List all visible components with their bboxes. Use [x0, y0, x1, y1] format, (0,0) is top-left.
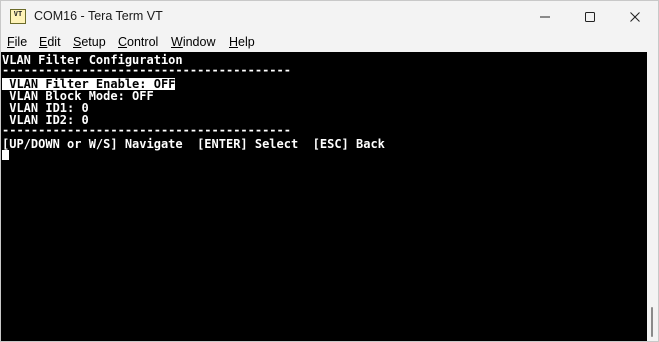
help-line: [UP/DOWN or W/S] Navigate [ENTER] Select… [2, 137, 385, 151]
menu-bar: File Edit Setup Control Window Help [1, 32, 658, 52]
title-bar[interactable]: VT COM16 - Tera Term VT [1, 1, 658, 32]
menu-edit[interactable]: Edit [39, 35, 61, 49]
menu-setup[interactable]: Setup [73, 35, 106, 49]
divider-top: ---------------------------------------- [2, 63, 291, 77]
divider-bottom: ---------------------------------------- [2, 123, 291, 137]
window-title: COM16 - Tera Term VT [34, 9, 163, 23]
vertical-scrollbar[interactable] [647, 52, 658, 341]
terminal-cursor [2, 150, 9, 160]
minimize-button[interactable] [522, 1, 568, 32]
terminal-screen[interactable]: VLAN Filter Configuration --------------… [1, 52, 647, 341]
close-button[interactable] [612, 1, 658, 32]
minimize-icon [540, 16, 550, 17]
maximize-button[interactable] [567, 1, 613, 32]
menu-help[interactable]: Help [229, 35, 255, 49]
scrollbar-thumb[interactable] [651, 307, 653, 337]
menu-window[interactable]: Window [171, 35, 215, 49]
menu-control[interactable]: Control [118, 35, 158, 49]
tera-term-window: VT COM16 - Tera Term VT File Edit Setup … [0, 0, 659, 342]
close-icon [630, 11, 640, 22]
maximize-icon [585, 11, 595, 22]
tera-term-icon[interactable]: VT [10, 9, 26, 24]
menu-file[interactable]: File [7, 35, 27, 49]
